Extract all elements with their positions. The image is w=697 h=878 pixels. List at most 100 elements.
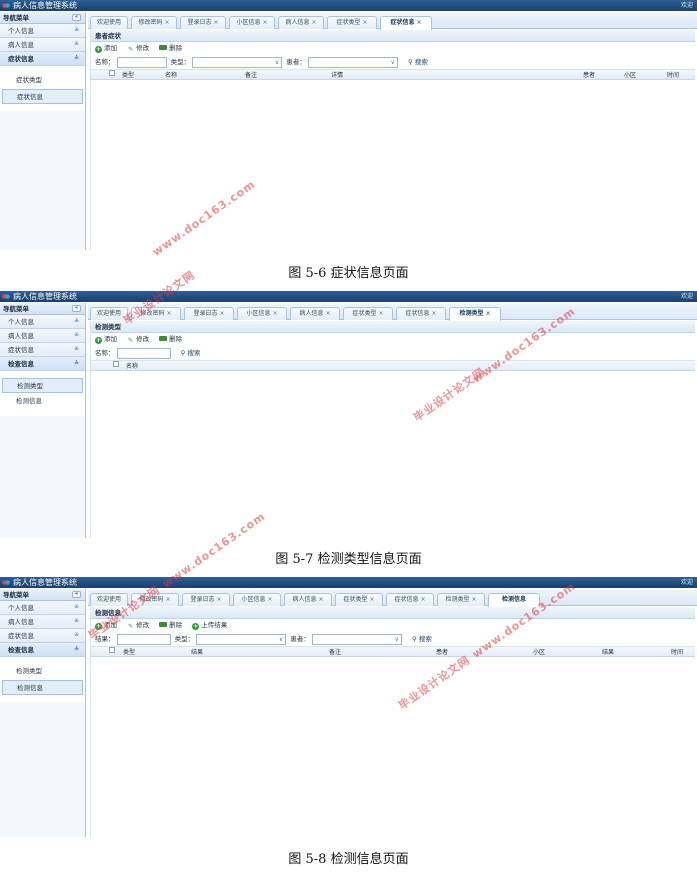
close-icon[interactable]: × bbox=[485, 310, 490, 317]
col-patient[interactable]: 患者 bbox=[436, 647, 448, 658]
nav-item-test-type[interactable]: 检测类型 bbox=[2, 378, 83, 393]
close-icon[interactable]: × bbox=[219, 310, 224, 317]
select-all-checkbox[interactable] bbox=[109, 647, 115, 653]
close-icon[interactable]: × bbox=[213, 19, 218, 26]
col-remark[interactable]: 备注 bbox=[245, 70, 257, 81]
patient-select[interactable]: ∨ bbox=[311, 633, 402, 645]
close-icon[interactable]: × bbox=[267, 596, 272, 603]
close-icon[interactable]: × bbox=[362, 19, 367, 26]
name-input[interactable] bbox=[116, 56, 167, 68]
nav-group-symptom[interactable]: 症状信息 ≚ bbox=[0, 343, 85, 357]
add-button[interactable]: + 添加 bbox=[95, 333, 117, 346]
col-detail[interactable]: 详情 bbox=[331, 70, 343, 81]
tab-test-type[interactable]: 检测类型 × bbox=[449, 307, 501, 321]
search-button[interactable]: ⚲ 搜索 bbox=[408, 55, 428, 69]
col-type[interactable]: 类型 bbox=[122, 70, 134, 81]
search-button[interactable]: ⚲ 搜索 bbox=[181, 346, 201, 360]
nav-group-symptom[interactable]: 症状信息 ≚ bbox=[0, 629, 85, 643]
col-time[interactable]: 时间 bbox=[667, 70, 679, 81]
close-icon[interactable]: × bbox=[420, 596, 425, 603]
col-type[interactable]: 类型 bbox=[123, 647, 135, 658]
close-icon[interactable]: × bbox=[311, 19, 316, 26]
close-icon[interactable]: × bbox=[216, 596, 221, 603]
tab-patient[interactable]: 病人信息 × bbox=[290, 307, 340, 320]
tab-symptom-info[interactable]: 症状信息 × bbox=[386, 593, 434, 606]
nav-item-test-info[interactable]: 检测信息 bbox=[2, 394, 83, 409]
table-header: 名称 bbox=[91, 360, 695, 371]
result-input[interactable] bbox=[116, 633, 171, 645]
delete-button[interactable]: 删除 bbox=[159, 333, 182, 346]
tab-symptom-info[interactable]: 症状信息 × bbox=[380, 16, 432, 30]
sidebar: 导航菜单 « 个人信息 ≚ 病人信息 ≚ 症状信息 ≚ 检查信息 ≙ 检测类型 检测信息 bbox=[0, 303, 86, 538]
edit-button[interactable]: ✎ 修改 bbox=[127, 619, 149, 632]
select-all-checkbox[interactable] bbox=[113, 361, 119, 367]
collapse-icon[interactable]: « bbox=[72, 14, 81, 21]
close-icon[interactable]: × bbox=[325, 310, 330, 317]
delete-button[interactable]: 删除 bbox=[159, 42, 182, 55]
delete-button[interactable]: 删除 bbox=[159, 619, 182, 632]
nav-group-symptom[interactable]: 症状信息 ≙ bbox=[0, 52, 85, 66]
close-icon[interactable]: × bbox=[378, 310, 383, 317]
search-button[interactable]: ⚲ 搜索 bbox=[412, 632, 432, 646]
nav-group-personal[interactable]: 个人信息 ≚ bbox=[0, 601, 85, 615]
tab-community[interactable]: 小区信息 × bbox=[233, 593, 281, 606]
col-community[interactable]: 小区 bbox=[624, 70, 636, 81]
collapse-icon[interactable]: « bbox=[72, 591, 81, 598]
tab-test-type[interactable]: 检测类型 × bbox=[437, 593, 485, 606]
tab-symptom-type[interactable]: 症状类型 × bbox=[335, 593, 383, 606]
type-select[interactable]: ∨ bbox=[196, 633, 287, 645]
nav-group-personal[interactable]: 个人信息 ≚ bbox=[0, 315, 85, 329]
col-name[interactable]: 名称 bbox=[126, 361, 138, 372]
tab-patient[interactable]: 病人信息 × bbox=[278, 16, 324, 29]
tab-patient[interactable]: 病人信息 × bbox=[284, 593, 332, 606]
tab-login-log[interactable]: 登录日志 × bbox=[180, 16, 226, 29]
collapse-icon[interactable]: « bbox=[72, 305, 81, 312]
col-name[interactable]: 名称 bbox=[165, 70, 177, 81]
type-select[interactable]: ∨ bbox=[192, 56, 283, 68]
close-icon[interactable]: × bbox=[262, 19, 267, 26]
tab-community[interactable]: 小区信息 × bbox=[237, 307, 287, 320]
nav-group-test[interactable]: 检查信息 ≙ bbox=[0, 357, 85, 371]
close-icon[interactable]: × bbox=[431, 310, 436, 317]
name-input[interactable] bbox=[116, 347, 171, 359]
tab-login-log[interactable]: 登录日志 × bbox=[184, 307, 234, 320]
tab-login-log[interactable]: 登录日志 × bbox=[182, 593, 230, 606]
select-all-checkbox[interactable] bbox=[109, 70, 115, 76]
nav-item-symptom-type[interactable]: 症状类型 bbox=[2, 73, 83, 88]
close-icon[interactable]: × bbox=[165, 596, 170, 603]
tab-change-password[interactable]: 修改密码 × bbox=[131, 16, 177, 29]
nav-group-personal[interactable]: 个人信息 ≚ bbox=[0, 24, 85, 38]
tab-symptom-type[interactable]: 症状类型 × bbox=[327, 16, 377, 29]
nav-group-test[interactable]: 检查信息 ≙ bbox=[0, 643, 85, 657]
nav-group-patient[interactable]: 病人信息 ≚ bbox=[0, 615, 85, 629]
nav-item-symptom-info[interactable]: 症状信息 bbox=[2, 89, 83, 104]
nav-item-test-type[interactable]: 检测类型 bbox=[2, 664, 83, 679]
close-icon[interactable]: × bbox=[318, 596, 323, 603]
tab-symptom-info[interactable]: 症状信息 × bbox=[396, 307, 446, 320]
close-icon[interactable]: × bbox=[471, 596, 476, 603]
panel-title: 检测信息 bbox=[91, 607, 695, 619]
col-result-2[interactable]: 结果 bbox=[602, 647, 614, 658]
close-icon[interactable]: × bbox=[272, 310, 277, 317]
edit-button[interactable]: ✎ 修改 bbox=[127, 42, 149, 55]
nav-item-test-info[interactable]: 检测信息 bbox=[2, 680, 83, 695]
tab-community[interactable]: 小区信息 × bbox=[229, 16, 275, 29]
patient-select[interactable]: ∨ bbox=[307, 56, 398, 68]
col-patient[interactable]: 患者 bbox=[583, 70, 595, 81]
table-header: 类型 结果 备注 患者 小区 结果 时间 bbox=[91, 646, 695, 657]
close-icon[interactable]: × bbox=[416, 19, 421, 26]
edit-button[interactable]: ✎ 修改 bbox=[127, 333, 149, 346]
col-community[interactable]: 小区 bbox=[533, 647, 545, 658]
close-icon[interactable]: × bbox=[369, 596, 374, 603]
col-time[interactable]: 时间 bbox=[671, 647, 683, 658]
close-icon[interactable]: × bbox=[164, 19, 169, 26]
nav-group-patient[interactable]: 病人信息 ≚ bbox=[0, 38, 85, 52]
close-icon[interactable]: × bbox=[166, 310, 171, 317]
tab-symptom-type[interactable]: 症状类型 × bbox=[343, 307, 393, 320]
col-remark[interactable]: 备注 bbox=[329, 647, 341, 658]
tab-welcome[interactable]: 欢迎使用 bbox=[90, 16, 128, 29]
upload-result-button[interactable]: + 上传结果 bbox=[192, 619, 227, 632]
add-button[interactable]: + 添加 bbox=[95, 42, 117, 55]
col-result[interactable]: 结果 bbox=[191, 647, 203, 658]
nav-group-patient[interactable]: 病人信息 ≚ bbox=[0, 329, 85, 343]
